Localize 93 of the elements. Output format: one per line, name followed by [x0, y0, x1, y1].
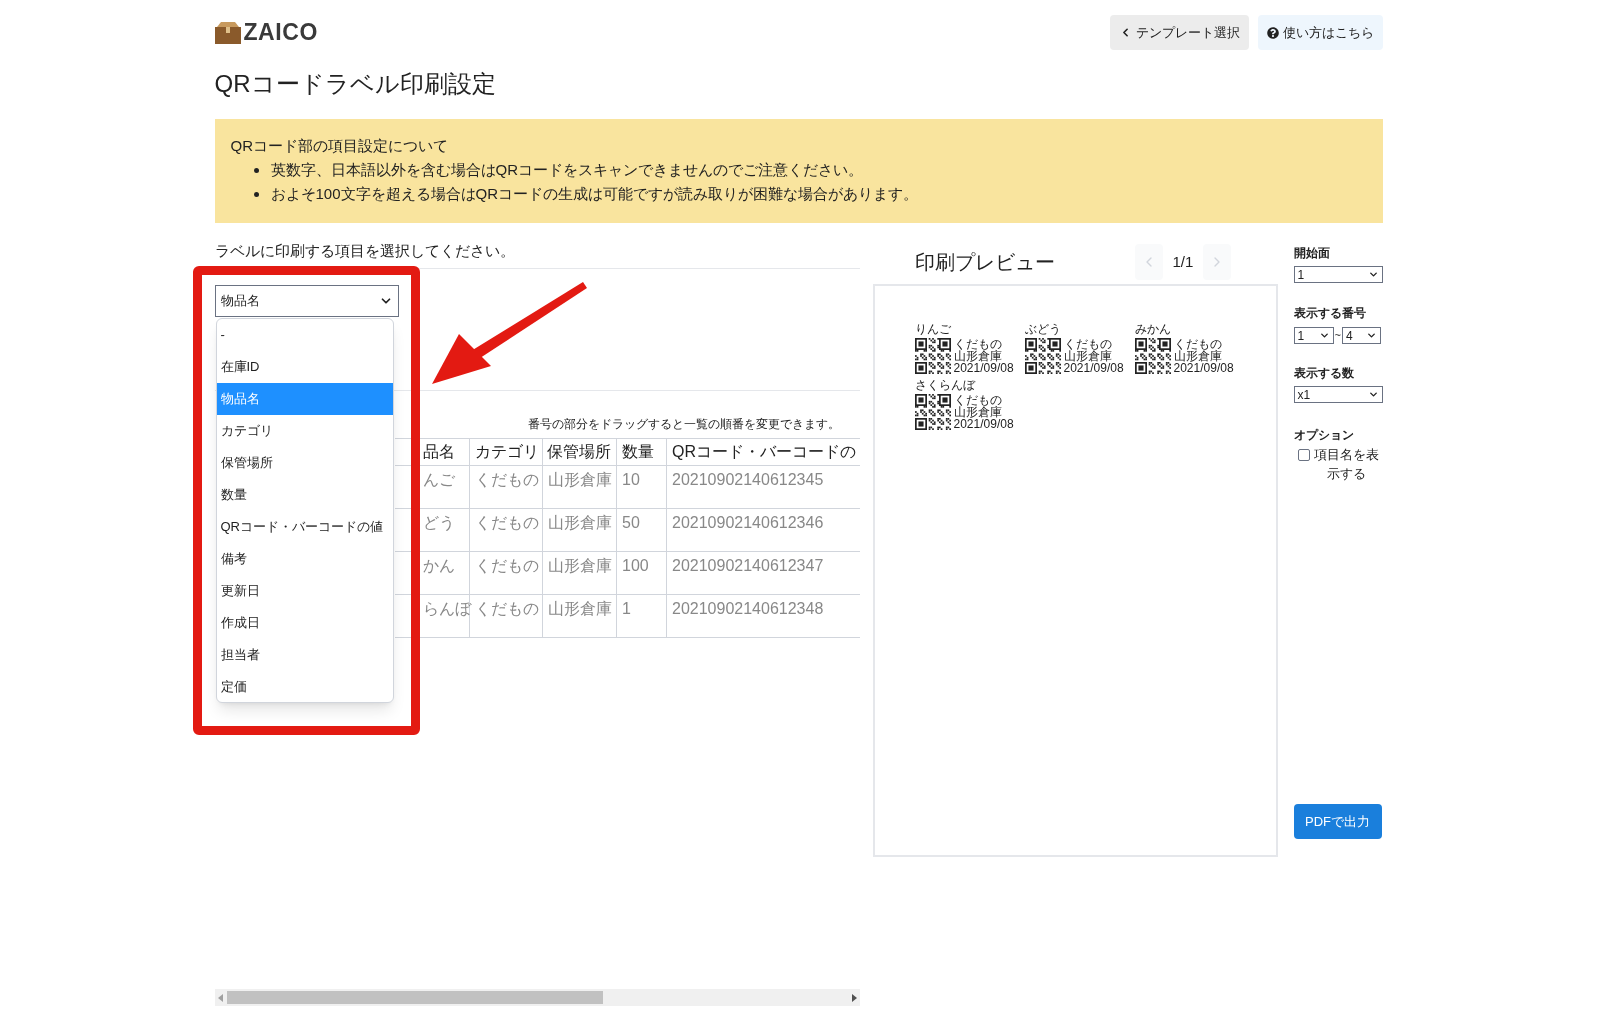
- label-text: くだもの: [1173, 338, 1223, 350]
- dropdown-option[interactable]: QRコード・バーコードの値: [216, 511, 393, 543]
- table-cell: 山形倉庫: [542, 594, 617, 638]
- page-title: QRコードラベル印刷設定: [214, 69, 497, 99]
- checkbox[interactable]: [1297, 449, 1310, 461]
- template-select-button[interactable]: テンプレート選択: [1109, 15, 1249, 50]
- notice-item: 英数字、日本語以外を含む場合はQRコードをスキャンできませんのでご注意ください。: [270, 160, 863, 180]
- checkbox-label: 項目名を表示する: [1313, 446, 1380, 483]
- label-text: くだもの: [953, 394, 1003, 406]
- help-icon: [1266, 26, 1279, 39]
- field-select[interactable]: 物品名: [214, 285, 399, 317]
- table-cell: どう: [394, 508, 470, 552]
- scroll-left-icon: [217, 993, 223, 1002]
- dropdown-option[interactable]: 数量: [216, 479, 393, 511]
- preview-title: 印刷プレビュー: [914, 250, 1055, 275]
- label-text: 2021/09/08: [1063, 362, 1124, 374]
- table-cell: くだもの: [469, 465, 543, 509]
- table-cell: 20210902140612347: [666, 551, 860, 595]
- chevron-down-icon: [1367, 389, 1379, 400]
- range-separator: ~: [1334, 328, 1341, 344]
- page-indicator: 1/1: [1172, 251, 1194, 272]
- next-page-button[interactable]: [1203, 244, 1232, 280]
- chevron-down-icon: [1365, 330, 1377, 341]
- table-cell: 100: [616, 551, 667, 595]
- table-cell: 20210902140612345: [666, 465, 860, 509]
- label-text: 山形倉庫: [953, 406, 1003, 418]
- dropdown-option[interactable]: 備考: [216, 543, 393, 575]
- count-select[interactable]: x1: [1293, 386, 1383, 403]
- qr-code-icon: [1134, 338, 1171, 374]
- setting-label: 表示する番号: [1293, 305, 1367, 321]
- table-cell: 山形倉庫: [542, 508, 617, 552]
- label-text: 2021/09/08: [1173, 362, 1234, 374]
- dropdown-option[interactable]: 担当者: [216, 639, 393, 671]
- table-cell: 20210902140612348: [666, 594, 860, 638]
- table-cell: らんぼ: [394, 594, 470, 638]
- table-cell: 山形倉庫: [542, 465, 617, 509]
- table-cell: 10: [616, 465, 667, 509]
- bullet-icon: [253, 167, 259, 173]
- bullet-icon: [253, 191, 259, 197]
- qr-code-icon: [914, 394, 951, 430]
- qr-code-icon: [914, 338, 951, 374]
- dropdown-option[interactable]: -: [216, 319, 393, 351]
- table-cell: 50: [616, 508, 667, 552]
- column-header: 保管場所: [542, 438, 617, 466]
- dropdown-option[interactable]: 保管場所: [216, 447, 393, 479]
- table-cell: 山形倉庫: [542, 551, 617, 595]
- label-text: 山形倉庫: [1063, 350, 1113, 362]
- label-text: 2021/09/08: [953, 418, 1014, 430]
- label-text: くだもの: [1063, 338, 1113, 350]
- scrollbar-thumb[interactable]: [226, 991, 603, 1004]
- chevron-down-icon: [1318, 330, 1330, 341]
- table-cell: んご: [394, 465, 470, 509]
- label-name: りんご: [914, 322, 952, 336]
- label-name: みかん: [1134, 322, 1172, 336]
- table-cell: くだもの: [469, 551, 543, 595]
- column-header: 数量: [616, 438, 667, 466]
- table-note: 番号の部分をドラッグすると一覧の順番を変更できます。: [527, 416, 840, 433]
- label-text: くだもの: [953, 338, 1003, 350]
- dropdown-option[interactable]: 作成日: [216, 607, 393, 639]
- logo-text: ZAICO: [243, 18, 318, 48]
- dropdown-option[interactable]: カテゴリ: [216, 415, 393, 447]
- range-end-select[interactable]: 4: [1341, 327, 1381, 344]
- horizontal-scrollbar[interactable]: [214, 989, 860, 1006]
- setting-label: 表示する数: [1293, 365, 1355, 381]
- scroll-right-icon: [851, 993, 857, 1002]
- box-logo-icon: [214, 21, 241, 44]
- start-page-select[interactable]: 1: [1293, 266, 1383, 283]
- dropdown-option[interactable]: 在庫ID: [216, 351, 393, 383]
- qr-code-icon: [1024, 338, 1061, 374]
- table-cell: 1: [616, 594, 667, 638]
- setting-label: 開始面: [1293, 245, 1331, 261]
- previous-page-button[interactable]: [1134, 244, 1163, 280]
- column-header: 品名: [394, 438, 470, 466]
- table-cell: くだもの: [469, 508, 543, 552]
- notice-item: およそ100文字を超える場合はQRコードの生成は可能ですが読み取りが困難な場合があります。: [270, 184, 919, 204]
- dropdown-option[interactable]: 更新日: [216, 575, 393, 607]
- help-button[interactable]: 使い方はこちら: [1257, 15, 1383, 50]
- table-cell: 20210902140612346: [666, 508, 860, 552]
- label-text: 2021/09/08: [953, 362, 1014, 374]
- label-name: ぶどう: [1024, 322, 1062, 336]
- chevron-down-icon: [1367, 269, 1379, 280]
- label-text: 山形倉庫: [1173, 350, 1223, 362]
- setting-label: オプション: [1293, 427, 1355, 443]
- pdf-export-button[interactable]: PDFで出力: [1293, 804, 1382, 839]
- field-prompt: ラベルに印刷する項目を選択してください。: [214, 241, 516, 261]
- column-header: カテゴリ: [469, 438, 543, 466]
- column-header: QRコード・バーコードの: [666, 438, 860, 466]
- range-start-select[interactable]: 1: [1293, 327, 1334, 344]
- notice-heading: QRコード部の項目設定について: [230, 136, 449, 156]
- dropdown-option[interactable]: 定価: [216, 671, 393, 702]
- table-cell: かん: [394, 551, 470, 595]
- label-name: さくらんぼ: [914, 378, 977, 392]
- label-text: 山形倉庫: [953, 350, 1003, 362]
